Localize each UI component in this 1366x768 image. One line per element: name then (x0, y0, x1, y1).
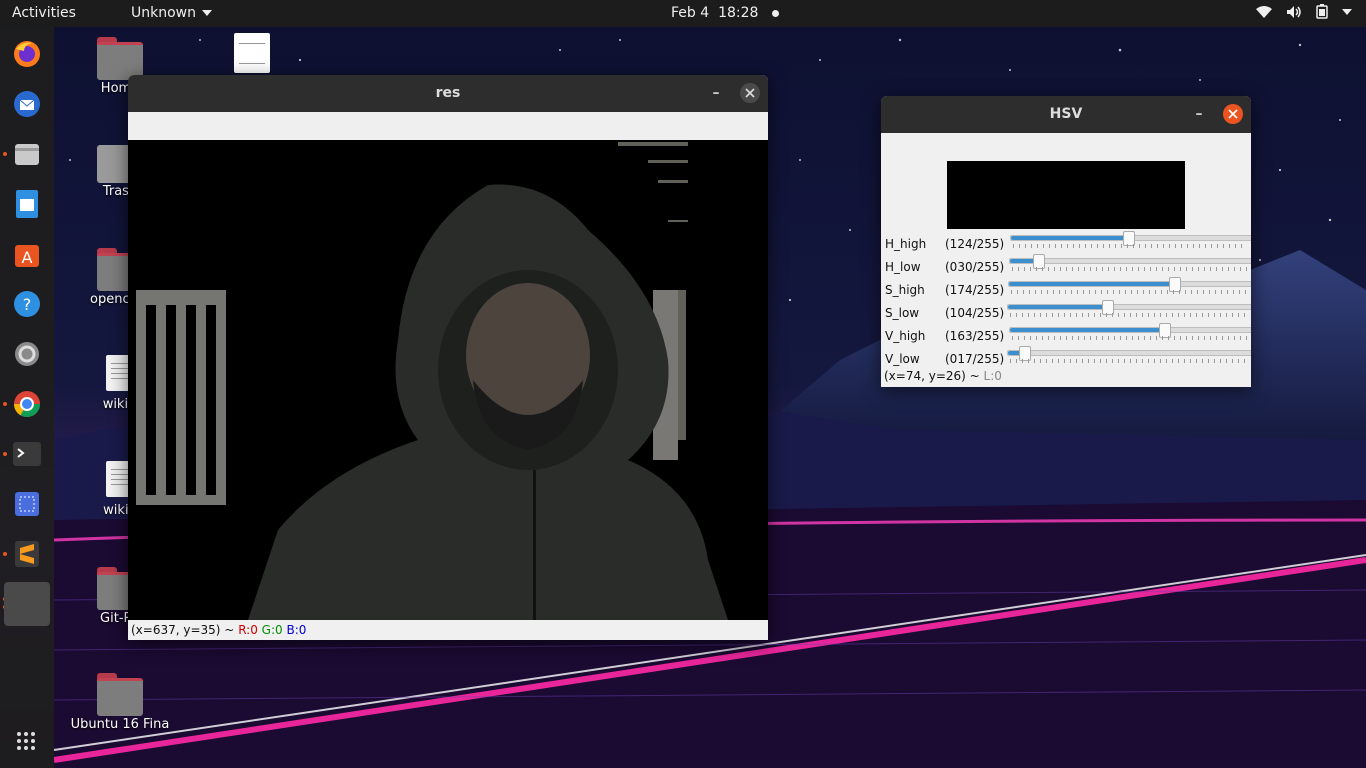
running-indicator (3, 452, 7, 456)
slider-ticks (1011, 290, 1247, 294)
folder-icon (97, 673, 143, 716)
slider-ticks (1013, 244, 1247, 248)
help-icon[interactable]: ? (11, 288, 43, 320)
svg-text:?: ? (23, 295, 32, 314)
show-applications-icon[interactable] (17, 732, 35, 750)
chevron-down-icon (1342, 8, 1352, 15)
trackbar-value: (030/255) (945, 260, 1005, 274)
blue-value: B:0 (286, 623, 307, 637)
thunderbird-icon[interactable] (11, 88, 43, 120)
clock[interactable]: Feb 4 18:28 (671, 5, 780, 21)
terminal-icon[interactable] (11, 438, 43, 470)
trackbar-label: S_high (885, 283, 925, 297)
slider-track[interactable] (1009, 254, 1251, 269)
slider-fill (1008, 305, 1108, 309)
slider-fill (1010, 328, 1165, 332)
software-center-icon[interactable]: A (11, 238, 43, 270)
activities-button[interactable]: Activities (12, 5, 76, 21)
res-window[interactable]: res – (x=637, y=35) ~ R:0 G:0 B:0 (128, 75, 768, 640)
slider-track[interactable] (1010, 231, 1251, 246)
slider-ticks (1010, 359, 1247, 363)
app-menu-label: Unknown (131, 5, 196, 21)
volume-icon (1287, 5, 1301, 18)
hsv-statusbar: (x=74, y=26) ~ L:0 (881, 369, 1002, 383)
trackbar-value: (174/255) (945, 283, 1005, 297)
video-frame-image[interactable] (128, 140, 768, 620)
cursor-coords: (x=74, y=26) ~ (884, 369, 980, 383)
desktop-icon-ubuntu16[interactable]: Ubuntu 16 Fina (65, 673, 175, 732)
settings-icon[interactable] (11, 338, 43, 370)
dock: A ? (0, 27, 54, 768)
chrome-icon[interactable] (11, 388, 43, 420)
trackbar-label: V_low (885, 352, 920, 366)
slider-track[interactable] (1009, 323, 1251, 338)
trackbar-s-low: S_low (104/255) (885, 300, 1251, 325)
close-icon (745, 88, 755, 98)
slider-track[interactable] (1007, 346, 1251, 361)
trackbar-v-low: V_low (017/255) (885, 346, 1251, 371)
libreoffice-writer-icon[interactable] (11, 188, 43, 220)
luminance-value: L:0 (983, 369, 1002, 383)
trackbar-h-high: H_high (124/255) (885, 231, 1251, 256)
trackbar-h-low: H_low (030/255) (885, 254, 1251, 279)
res-titlebar[interactable]: res – (128, 75, 768, 112)
trackbar-value: (017/255) (945, 352, 1005, 366)
wifi-icon (1256, 5, 1272, 18)
close-button[interactable] (1223, 104, 1243, 124)
res-toolbar-area (128, 112, 768, 140)
window-title: res (435, 85, 461, 101)
firefox-icon[interactable] (11, 38, 43, 70)
running-indicator (3, 402, 7, 406)
trackbar-v-high: V_high (163/255) (885, 323, 1251, 348)
chevron-down-icon (202, 10, 212, 16)
document-thumbnail-icon (234, 33, 270, 73)
app-menu[interactable]: Unknown (131, 5, 212, 21)
slider-ticks (1012, 336, 1247, 340)
desktop-icon-document-preview[interactable] (222, 33, 282, 79)
cursor-coords: (x=637, y=35) ~ (131, 623, 235, 637)
red-value: R:0 (238, 623, 258, 637)
trackbar-label: H_low (885, 260, 921, 274)
slider-ticks (1010, 313, 1247, 317)
trackbar-label: H_high (885, 237, 927, 251)
running-indicator (3, 552, 7, 556)
close-icon (1228, 109, 1238, 119)
notification-dot-icon (772, 9, 780, 17)
slider-ticks (1012, 267, 1247, 271)
slider-track[interactable] (1007, 300, 1251, 315)
slider-fill (1011, 236, 1128, 240)
battery-icon (1316, 4, 1328, 19)
minimize-button[interactable]: – (1189, 104, 1209, 124)
desktop-icon-label: Ubuntu 16 Fina (70, 717, 170, 732)
screenshot-icon[interactable] (11, 488, 43, 520)
trackbar-label: V_high (885, 329, 926, 343)
close-button[interactable] (740, 83, 760, 103)
hsv-preview-image (947, 161, 1185, 229)
hsv-window[interactable]: HSV – H_high (124/255) H_low (030/255) S_hig… (881, 96, 1251, 387)
trackbar-value: (163/255) (945, 329, 1005, 343)
trackbar-s-high: S_high (174/255) (885, 277, 1251, 302)
trackbar-label: S_low (885, 306, 920, 320)
trackbar-value: (124/255) (945, 237, 1005, 251)
sublime-text-icon[interactable] (11, 538, 43, 570)
running-indicator (3, 152, 7, 156)
green-value: G:0 (261, 623, 283, 637)
hsv-titlebar[interactable]: HSV – (881, 96, 1251, 133)
files-icon[interactable] (11, 138, 43, 170)
svg-text:A: A (22, 248, 33, 267)
clock-date: Feb 4 (671, 5, 710, 21)
res-statusbar: (x=637, y=35) ~ R:0 G:0 B:0 (128, 620, 768, 640)
opencv-window-icon[interactable] (4, 582, 50, 626)
trackbar-value: (104/255) (945, 306, 1005, 320)
minimize-button[interactable]: – (706, 83, 726, 103)
system-tray[interactable] (1256, 4, 1352, 19)
home-folder-icon (97, 37, 143, 80)
slider-fill (1009, 282, 1175, 286)
top-bar: Activities Unknown Feb 4 18:28 (0, 0, 1366, 27)
clock-time: 18:28 (718, 5, 759, 21)
slider-track[interactable] (1008, 277, 1251, 292)
